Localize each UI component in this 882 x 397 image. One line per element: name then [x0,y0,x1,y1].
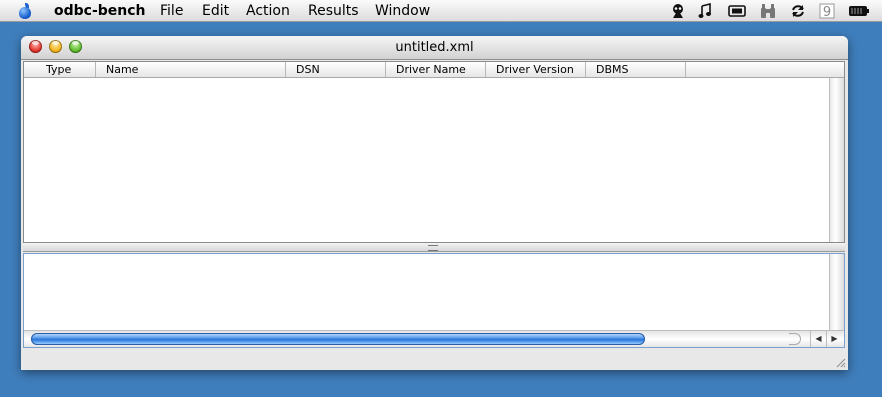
apple-logo-icon[interactable] [16,2,34,20]
column-header-dsn[interactable]: DSN [286,62,386,77]
alien-icon[interactable] [670,3,686,19]
scroll-left-arrow-icon[interactable]: ◀ [810,331,826,347]
column-header-driver-name[interactable]: Driver Name [386,62,486,77]
column-header-driver-version[interactable]: Driver Version [486,62,586,77]
display-icon[interactable] [728,3,746,19]
menu-window[interactable]: Window [375,3,430,19]
menu-app-name[interactable]: odbc-bench [54,3,146,19]
vertical-scrollbar[interactable] [829,78,844,242]
document-window: untitled.xml Type Name DSN Driver Name D… [21,36,848,370]
table-header: Type Name DSN Driver Name Driver Version… [24,62,844,78]
calendar-day-text: 9 [823,5,831,19]
menu-file[interactable]: File [160,3,183,19]
sync-icon[interactable] [790,3,806,19]
battery-icon[interactable] [848,3,870,19]
menu-results[interactable]: Results [308,3,359,19]
resize-grip-icon[interactable] [834,356,846,368]
column-header-type[interactable]: Type [24,62,96,77]
scroll-track-end [789,333,801,345]
binoculars-icon[interactable] [760,3,776,19]
music-note-icon[interactable] [698,3,712,19]
menu-bar: odbc-bench File Edit Action Results Wind… [0,0,882,22]
output-vertical-scrollbar[interactable] [829,254,844,330]
horizontal-scrollbar[interactable]: ◀ ▶ [24,330,844,347]
output-pane[interactable]: ◀ ▶ [23,253,845,348]
menu-edit[interactable]: Edit [202,3,229,19]
calendar-icon[interactable]: 9 [819,3,835,19]
horizontal-scroll-thumb[interactable] [31,333,645,345]
menu-action[interactable]: Action [246,3,290,19]
scroll-right-arrow-icon[interactable]: ▶ [826,331,842,347]
column-header-name[interactable]: Name [96,62,286,77]
window-title: untitled.xml [395,40,474,55]
divider-grip-icon[interactable] [428,245,438,251]
results-table[interactable]: Type Name DSN Driver Name Driver Version… [23,61,845,243]
window-title-bar[interactable]: untitled.xml [21,36,848,60]
column-header-dbms[interactable]: DBMS [586,62,686,77]
split-view-divider[interactable] [23,243,845,252]
